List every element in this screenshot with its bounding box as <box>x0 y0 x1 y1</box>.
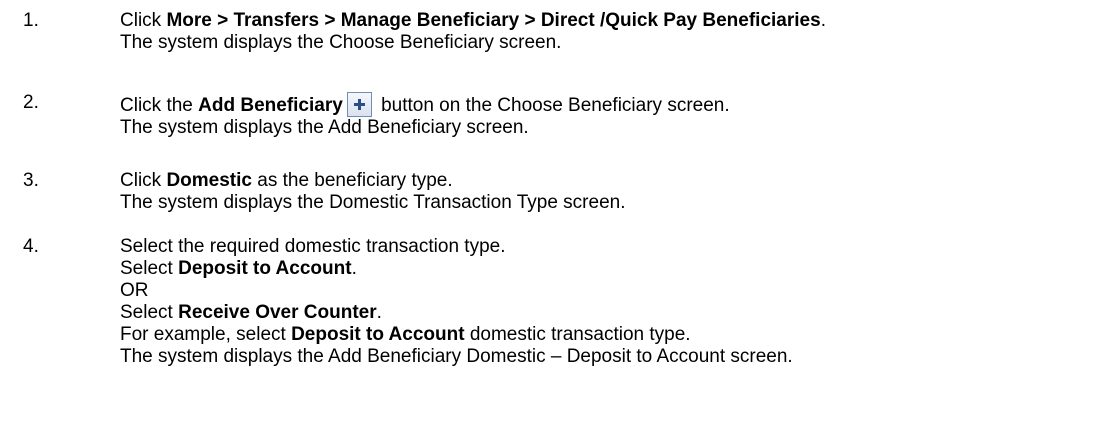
step-body: Click More > Transfers > Manage Benefici… <box>120 10 1095 54</box>
step-line: Click the Add Beneficiary button on the … <box>120 92 1095 117</box>
deposit-to-account-label: Deposit to Account <box>178 258 352 279</box>
step-body: Click the Add Beneficiary button on the … <box>120 92 1095 139</box>
add-plus-icon <box>346 92 372 117</box>
step-number: 1. <box>23 10 39 31</box>
step-body: Click Domestic as the beneficiary type. … <box>120 170 1095 214</box>
step-line: Select Deposit to Account. <box>120 258 357 279</box>
step-line: Click More > Transfers > Manage Benefici… <box>120 10 826 31</box>
step-line: Select Receive Over Counter. <box>120 302 382 323</box>
step-number: 2. <box>23 92 39 113</box>
step-result: The system displays the Domestic Transac… <box>120 192 626 213</box>
step-line: OR <box>120 280 149 301</box>
deposit-to-account-label: Deposit to Account <box>291 324 465 345</box>
menu-path: More > Transfers > Manage Beneficiary > … <box>166 10 821 31</box>
receive-over-counter-label: Receive Over Counter <box>178 302 377 323</box>
step-result: The system displays the Choose Beneficia… <box>120 32 562 53</box>
step-line: Select the required domestic transaction… <box>120 236 506 257</box>
step-line: Click Domestic as the beneficiary type. <box>120 170 453 191</box>
domestic-label: Domestic <box>166 170 252 191</box>
step-number: 4. <box>23 236 39 257</box>
step-number: 3. <box>23 170 39 191</box>
add-beneficiary-label: Add Beneficiary <box>198 95 343 116</box>
step-body: Select the required domestic transaction… <box>120 236 1095 368</box>
step-line: For example, select Deposit to Account d… <box>120 324 691 345</box>
step-result: The system displays the Add Beneficiary … <box>120 117 529 138</box>
step-result: The system displays the Add Beneficiary … <box>120 346 793 367</box>
